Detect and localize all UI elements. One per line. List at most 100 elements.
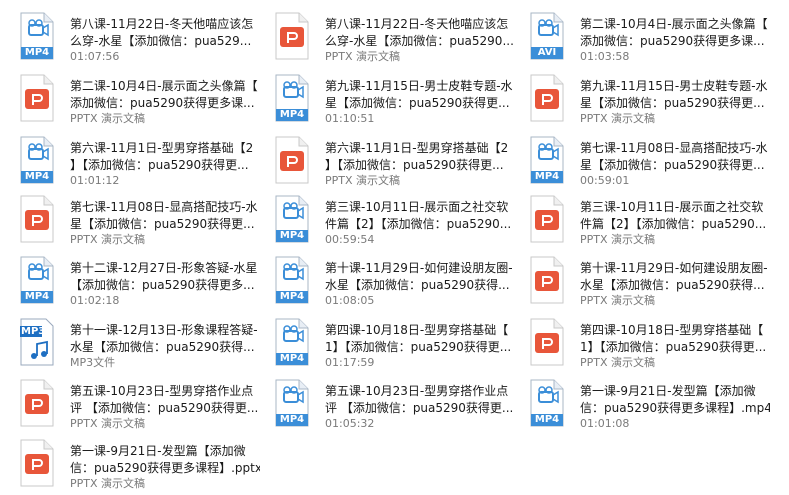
video-file-icon: MP4	[275, 318, 309, 366]
file-type-label: PPTX 演示文稿	[325, 50, 401, 63]
file-type-label: PPTX 演示文稿	[580, 356, 656, 369]
file-name-line-2: 评 【添加微信：pua5290获得更...	[325, 401, 514, 415]
file-name-line-1: 第二课-10月4日-展示面之头像篇【	[580, 17, 768, 31]
file-name-line-1: 第八课-11月22日-冬天他喵应该怎	[70, 17, 254, 31]
file-name-line-1: 第七课-11月08日-显高搭配技巧-水	[70, 200, 258, 214]
file-item-17[interactable]: MP4 第四课-10月18日-型男穿搭基础【 1】【添加微信：pua5290获得更.…	[255, 312, 511, 372]
file-name: 第三课-10月11日-展示面之社交软 件篇【2】【添加微信：pua5290...	[325, 199, 515, 233]
file-name: 第十二课-12月27日-形象答疑-水星 【添加微信：pua5290获得更多...	[70, 260, 260, 294]
file-item-2[interactable]: 第八课-11月22日-冬天他喵应该怎 么穿-水星【添加微信：pua5290... P…	[255, 6, 514, 66]
file-name: 第五课-10月23日-型男穿搭作业点评 【添加微信：pua5290获得更...	[70, 383, 260, 417]
file-duration: 01:17:59	[325, 356, 375, 369]
file-name-line-2: 么穿-水星【添加微信：pua5290...	[325, 34, 514, 48]
file-type-badge: MP3	[21, 326, 46, 337]
video-file-icon: MP4	[275, 74, 309, 122]
file-item-5[interactable]: MP4 第九课-11月15日-男士皮鞋专题-水 星【添加微信：pua5290获得更.…	[255, 68, 513, 128]
file-name: 第九课-11月15日-男士皮鞋专题-水 星【添加微信：pua5290获得更...	[325, 78, 515, 112]
file-name: 第三课-10月11日-展示面之社交软 件篇【2】【添加微信：pua5290...	[580, 199, 770, 233]
file-item-20[interactable]: MP4 第五课-10月23日-型男穿搭作业点评 【添加微信：pua5290获得更.…	[255, 373, 513, 433]
file-item-11[interactable]: MP4 第三课-10月11日-展示面之社交软 件篇【2】【添加微信：pua5290.…	[255, 189, 511, 249]
file-name-line-1: 第五课-10月23日-型男穿搭作业点	[325, 384, 509, 398]
file-item-22[interactable]: 第一课-9月21日-发型篇【添加微 信：pua5290获得更多课程】.pptx PP…	[0, 433, 260, 493]
file-name: 第四课-10月18日-型男穿搭基础【 1】【添加微信：pua5290获得更...	[580, 322, 770, 356]
file-item-16[interactable]: MP3 第十一课-12月13日-形象课程答疑- 水星【添加微信：pua5290获得.…	[0, 312, 258, 372]
file-name-line-1: 第五课-10月23日-型男穿搭作业点	[70, 384, 254, 398]
file-name: 第六课-11月1日-型男穿搭基础【2 】【添加微信：pua5290获得更...	[325, 140, 515, 174]
pptx-file-icon	[530, 195, 564, 243]
file-name: 第八课-11月22日-冬天他喵应该怎 么穿-水星【添加微信：pua5290...	[325, 16, 515, 50]
file-name-line-1: 第二课-10月4日-展示面之头像篇【	[70, 79, 258, 93]
file-type-badge: MP4	[279, 230, 305, 241]
file-name-line-1: 第四课-10月18日-型男穿搭基础【	[580, 323, 764, 337]
file-duration: 00:59:54	[325, 233, 375, 246]
file-name-line-2: 水星【添加微信：pua5290获得...	[70, 340, 255, 354]
video-file-icon: MP4	[20, 136, 54, 184]
pptx-file-icon	[20, 439, 54, 487]
file-grid: MP4 第八课-11月22日-冬天他喵应该怎 么穿-水星【添加微信：pua529..…	[0, 0, 789, 495]
video-file-icon: MP4	[275, 379, 309, 427]
file-item-1[interactable]: MP4 第八课-11月22日-冬天他喵应该怎 么穿-水星【添加微信：pua529..…	[0, 6, 253, 66]
file-duration: 01:08:05	[325, 294, 375, 307]
file-item-9[interactable]: MP4 第七课-11月08日-显高搭配技巧-水 星【添加微信：pua5290获得更.…	[510, 130, 768, 190]
file-type-label: PPTX 演示文稿	[70, 417, 146, 430]
file-item-15[interactable]: 第十课-11月29日-如何建设朋友圈- 水星【添加微信：pua5290获得... P…	[510, 250, 768, 310]
file-item-19[interactable]: 第五课-10月23日-型男穿搭作业点评 【添加微信：pua5290获得更... P…	[0, 373, 258, 433]
file-type-badge: MP4	[24, 291, 50, 302]
file-name-line-2: 件篇【2】【添加微信：pua5290...	[580, 217, 767, 231]
file-name-line-1: 第八课-11月22日-冬天他喵应该怎	[325, 17, 509, 31]
file-name-line-1: 第十课-11月29日-如何建设朋友圈-	[580, 261, 768, 275]
file-name-line-2: 评 【添加微信：pua5290获得更...	[70, 401, 259, 415]
file-name-line-2: 】【添加微信：pua5290获得更...	[70, 158, 249, 172]
file-item-12[interactable]: 第三课-10月11日-展示面之社交软 件篇【2】【添加微信：pua5290... P…	[510, 189, 766, 249]
file-item-18[interactable]: 第四课-10月18日-型男穿搭基础【 1】【添加微信：pua5290获得更... P…	[510, 312, 766, 372]
file-type-badge: MP4	[279, 414, 305, 425]
file-name-line-1: 第三课-10月11日-展示面之社交软	[580, 200, 764, 214]
file-name: 第十课-11月29日-如何建设朋友圈- 水星【添加微信：pua5290获得...	[580, 260, 770, 294]
file-type-label: PPTX 演示文稿	[325, 174, 401, 187]
file-name-line-2: 添加微信：pua5290获得更多课...	[70, 96, 255, 110]
file-item-7[interactable]: MP4 第六课-11月1日-型男穿搭基础【2 】【添加微信：pua5290获得更..…	[0, 130, 253, 190]
file-item-21[interactable]: MP4 第一课-9月21日-发型篇【添加微 信：pua5290获得更多课程】.mp4…	[510, 373, 770, 433]
file-item-3[interactable]: AVI 第二课-10月4日-展示面之头像篇【 添加微信：pua5290获得更多课..…	[510, 6, 768, 66]
file-duration: 00:59:01	[580, 174, 630, 187]
file-name: 第七课-11月08日-显高搭配技巧-水 星【添加微信：pua5290获得更...	[70, 199, 260, 233]
file-type-label: PPTX 演示文稿	[580, 294, 656, 307]
file-item-4[interactable]: 第二课-10月4日-展示面之头像篇【 添加微信：pua5290获得更多课... PP…	[0, 68, 258, 128]
file-name: 第九课-11月15日-男士皮鞋专题-水 星【添加微信：pua5290获得更...	[580, 78, 770, 112]
file-name: 第一课-9月21日-发型篇【添加微 信：pua5290获得更多课程】.mp4	[580, 383, 770, 417]
pptx-file-icon	[530, 318, 564, 366]
file-name-line-2: 星【添加微信：pua5290获得更...	[580, 158, 765, 172]
file-name-line-1: 第六课-11月1日-型男穿搭基础【2	[70, 141, 254, 155]
file-name-line-1: 第十课-11月29日-如何建设朋友圈-	[325, 261, 513, 275]
file-name-line-2: 星【添加微信：pua5290获得更...	[325, 96, 510, 110]
file-name-line-1: 第六课-11月1日-型男穿搭基础【2	[325, 141, 509, 155]
file-type-label: PPTX 演示文稿	[70, 477, 146, 490]
video-file-icon: MP4	[20, 12, 54, 60]
file-name-line-2: 1】【添加微信：pua5290获得更...	[580, 340, 767, 354]
pptx-file-icon	[275, 136, 309, 184]
file-type-badge: MP4	[24, 47, 50, 58]
file-name-line-2: 信：pua5290获得更多课程】.mp4	[580, 401, 770, 415]
file-duration: 01:03:58	[580, 50, 630, 63]
file-name-line-1: 第十二课-12月27日-形象答疑-水星	[70, 261, 258, 275]
file-type-label: PPTX 演示文稿	[70, 233, 146, 246]
file-name: 第六课-11月1日-型男穿搭基础【2 】【添加微信：pua5290获得更...	[70, 140, 260, 174]
video-file-icon: MP4	[20, 256, 54, 304]
file-type-badge: MP4	[279, 109, 305, 120]
video-file-icon: MP4	[530, 379, 564, 427]
mp3-file-icon: MP3	[20, 318, 54, 366]
file-name-line-2: 么穿-水星【添加微信：pua529...	[70, 34, 252, 48]
file-item-13[interactable]: MP4 第十二课-12月27日-形象答疑-水星 【添加微信：pua5290获得更多.…	[0, 250, 258, 310]
file-name-line-2: 星【添加微信：pua5290获得更...	[580, 96, 765, 110]
file-name: 第十一课-12月13日-形象课程答疑- 水星【添加微信：pua5290获得...	[70, 322, 260, 356]
file-name-line-2: 水星【添加微信：pua5290获得...	[580, 278, 765, 292]
file-item-6[interactable]: 第九课-11月15日-男士皮鞋专题-水 星【添加微信：pua5290获得更... P…	[510, 68, 768, 128]
file-type-badge: MP4	[279, 291, 305, 302]
file-type-badge: MP4	[534, 414, 560, 425]
file-item-14[interactable]: MP4 第十课-11月29日-如何建设朋友圈- 水星【添加微信：pua5290获得.…	[255, 250, 513, 310]
file-type-label: PPTX 演示文稿	[580, 233, 656, 246]
file-item-8[interactable]: 第六课-11月1日-型男穿搭基础【2 】【添加微信：pua5290获得更... PP…	[255, 130, 508, 190]
file-type-label: PPTX 演示文稿	[580, 112, 656, 125]
file-item-10[interactable]: 第七课-11月08日-显高搭配技巧-水 星【添加微信：pua5290获得更... P…	[0, 189, 258, 249]
file-type-badge: MP4	[24, 171, 50, 182]
